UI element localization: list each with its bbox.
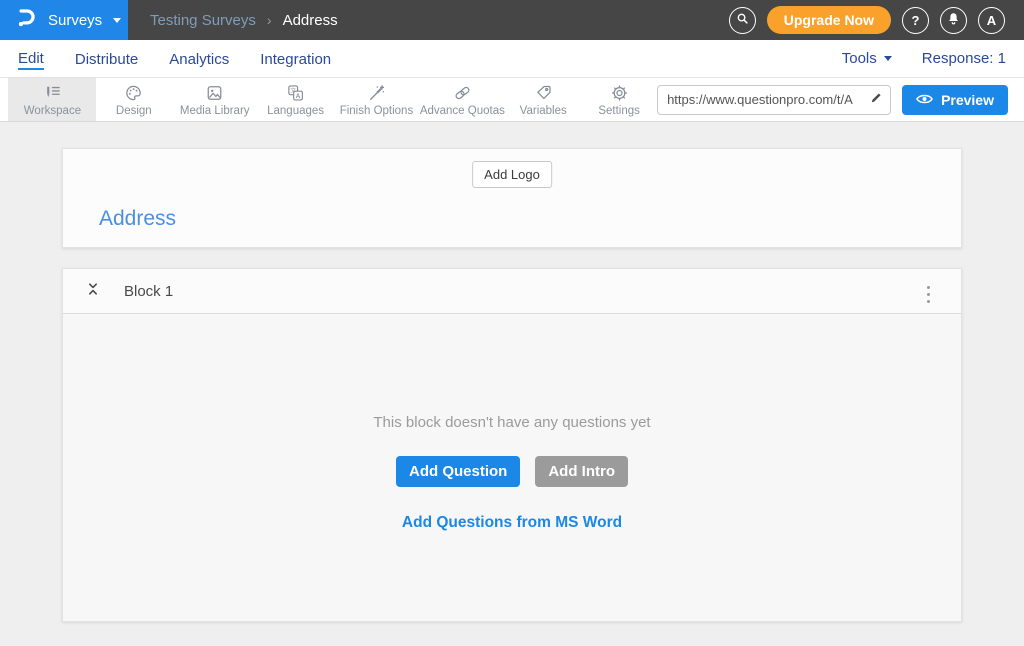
block-empty-message: This block doesn't have any questions ye… (373, 414, 650, 431)
toolbar-item-languages[interactable]: 文 A Languages (258, 78, 334, 121)
toolbar-item-design[interactable]: Design (96, 78, 172, 121)
tabbar-right: Tools Response: 1 (842, 50, 1006, 67)
toolbar-item-advance-quotas[interactable]: Advance Quotas (419, 78, 505, 121)
workspace-pencil-list-icon (42, 83, 63, 103)
product-switcher[interactable]: Surveys (0, 0, 128, 40)
tab-integration[interactable]: Integration (260, 49, 331, 69)
magic-wand-icon (366, 83, 387, 103)
translate-icon: 文 A (285, 83, 306, 103)
toolbar-item-label: Finish Options (340, 105, 414, 117)
survey-url-box (657, 85, 891, 115)
add-question-button[interactable]: Add Question (396, 456, 520, 487)
top-bar: Surveys Testing Surveys › Address Upgrad… (0, 0, 1024, 40)
bell-icon (946, 11, 961, 29)
help-button[interactable]: ? (902, 7, 929, 34)
topbar-actions: Upgrade Now ? A (729, 6, 1024, 34)
toolbar-item-settings[interactable]: Settings (581, 78, 657, 121)
chevron-down-icon (884, 56, 892, 61)
breadcrumb-separator: › (267, 12, 272, 28)
toolbar-item-label: Media Library (180, 105, 250, 117)
block-card: Block 1 This block doesn't have any ques… (62, 268, 962, 622)
block-body: This block doesn't have any questions ye… (63, 314, 961, 621)
block-title[interactable]: Block 1 (124, 283, 173, 300)
toolbar-item-workspace[interactable]: Workspace (8, 78, 96, 121)
toolbar-item-label: Languages (267, 105, 324, 117)
pencil-icon (869, 90, 884, 110)
tab-analytics[interactable]: Analytics (169, 49, 229, 69)
editor-toolbar: Workspace Design Media Library (0, 78, 1024, 122)
toolbar-item-label: Settings (598, 105, 640, 117)
svg-text:A: A (296, 92, 301, 99)
search-button[interactable] (729, 7, 756, 34)
preview-button[interactable]: Preview (902, 85, 1008, 115)
survey-url-input[interactable] (667, 92, 869, 107)
notifications-button[interactable] (940, 7, 967, 34)
chevrons-inward-icon (85, 280, 101, 303)
breadcrumb-current: Address (283, 12, 338, 29)
nav-tab-bar: Edit Distribute Analytics Integration To… (0, 40, 1024, 78)
chain-links-icon (452, 83, 473, 103)
tools-menu[interactable]: Tools (842, 50, 892, 67)
preview-button-label: Preview (941, 92, 994, 108)
block-header: Block 1 (63, 269, 961, 314)
toolbar-item-media-library[interactable]: Media Library (172, 78, 258, 121)
avatar[interactable]: A (978, 7, 1005, 34)
image-icon (204, 83, 225, 103)
palette-icon (123, 83, 144, 103)
questionpro-logo-icon (13, 5, 39, 36)
survey-title[interactable]: Address (99, 207, 176, 231)
survey-editor-content: Add Logo Address Block 1 This block do (0, 122, 1024, 622)
collapse-block-button[interactable] (85, 280, 101, 303)
toolbar-item-label: Design (116, 105, 152, 117)
response-counter[interactable]: Response: 1 (922, 50, 1006, 67)
block-actions: Add Question Add Intro (396, 456, 628, 487)
tab-distribute[interactable]: Distribute (75, 49, 138, 69)
toolbar-item-label: Advance Quotas (420, 105, 505, 117)
toolbar-item-label: Workspace (24, 105, 81, 117)
tools-menu-label: Tools (842, 50, 877, 67)
add-intro-button[interactable]: Add Intro (535, 456, 628, 487)
block-menu-button[interactable] (922, 280, 936, 309)
add-questions-from-ms-word-link[interactable]: Add Questions from MS Word (402, 514, 622, 532)
search-icon (735, 11, 750, 29)
toolbar-item-finish-options[interactable]: Finish Options (334, 78, 420, 121)
toolbar-item-label: Variables (520, 105, 567, 117)
breadcrumb: Testing Surveys › Address (150, 12, 338, 29)
chevron-down-icon (113, 18, 121, 23)
vertical-ellipsis-icon (927, 286, 931, 304)
breadcrumb-parent-link[interactable]: Testing Surveys (150, 12, 256, 29)
eye-icon (916, 92, 933, 108)
toolbar-item-variables[interactable]: Variables (505, 78, 581, 121)
gear-icon (609, 83, 630, 103)
product-menu-label: Surveys (48, 12, 102, 29)
upgrade-now-button[interactable]: Upgrade Now (767, 6, 891, 34)
survey-header-card: Add Logo Address (62, 148, 962, 248)
tab-edit[interactable]: Edit (18, 48, 44, 70)
add-logo-button[interactable]: Add Logo (472, 161, 552, 188)
tag-icon (533, 83, 554, 103)
toolbar-right: Preview (657, 78, 1024, 121)
edit-url-button[interactable] (869, 90, 884, 110)
